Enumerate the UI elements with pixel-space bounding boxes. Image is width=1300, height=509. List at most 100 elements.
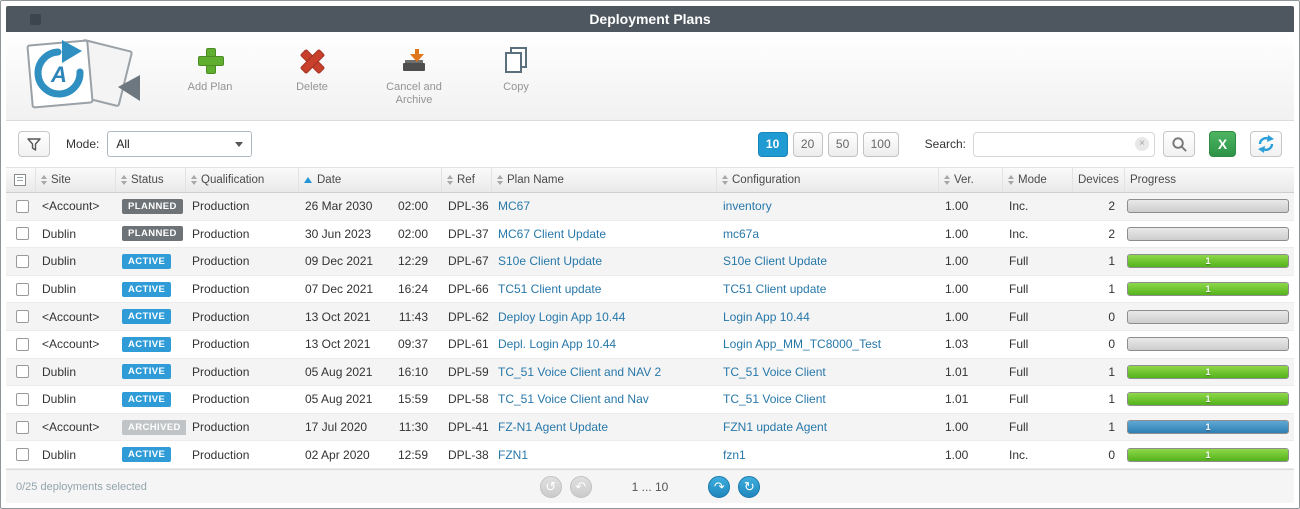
plan-name-link[interactable]: MC67 Client Update (498, 227, 606, 241)
configuration-link[interactable]: TC_51 Voice Client (723, 365, 826, 379)
excel-icon: X (1217, 136, 1228, 152)
row-checkbox[interactable] (16, 365, 29, 379)
status-cell: ACTIVE (116, 303, 186, 330)
table-row: Dublin ACTIVE Production 05 Aug 2021 15:… (6, 386, 1294, 414)
plan-name-link[interactable]: TC51 Client update (498, 282, 601, 296)
plan-name-link[interactable]: TC_51 Voice Client and NAV 2 (498, 365, 661, 379)
column-header-date[interactable]: Date (299, 168, 442, 192)
progress-fill: 1 (1128, 421, 1288, 434)
progress-bar (1127, 337, 1289, 352)
row-checkbox[interactable] (16, 420, 29, 434)
page-size-20-button[interactable]: 20 (792, 131, 823, 157)
column-header-ver[interactable]: Ver. (939, 168, 1003, 192)
column-header-site[interactable]: Site (36, 168, 116, 192)
cancel-archive-button[interactable]: Cancel and Archive (376, 46, 452, 107)
progress-bar (1127, 226, 1289, 241)
plan-name-cell: MC67 Client Update (492, 221, 717, 248)
configuration-link[interactable]: TC_51 Voice Client (723, 392, 826, 406)
mode-cell: Full (1009, 282, 1029, 297)
plan-name-link[interactable]: S10e Client Update (498, 254, 602, 268)
column-label-devices: Devices (1078, 174, 1119, 186)
checkbox-cell (6, 414, 36, 441)
plan-name-link[interactable]: FZ-N1 Agent Update (498, 420, 608, 434)
column-header-status[interactable]: Status (116, 168, 186, 192)
delete-button[interactable]: Delete (274, 46, 350, 107)
funnel-icon (27, 138, 41, 151)
previous-page-button[interactable]: ↶ (569, 475, 592, 498)
page-size-10-button[interactable]: 10 (757, 131, 788, 157)
row-checkbox[interactable] (16, 337, 29, 351)
configuration-link[interactable]: FZN1 update Agent (723, 420, 827, 434)
time-value: 12:29 (397, 254, 428, 269)
configuration-link[interactable]: Login App_MM_TC8000_Test (723, 337, 881, 351)
progress-cell (1125, 193, 1294, 220)
plan-name-link[interactable]: Depl. Login App 10.44 (498, 337, 616, 351)
time-value: 16:24 (397, 282, 428, 297)
mode-cell: Inc. (1009, 199, 1029, 214)
configuration-link[interactable]: S10e Client Update (723, 254, 827, 268)
cancel-archive-label: Cancel and Archive (386, 81, 442, 107)
select-all-header[interactable] (6, 168, 36, 192)
configuration-cell: Login App_MM_TC8000_Test (717, 331, 939, 358)
filter-button[interactable] (18, 131, 50, 157)
plan-name-link[interactable]: Deploy Login App 10.44 (498, 310, 625, 324)
qualification-cell: Production (192, 337, 250, 352)
date-value: 09 Dec 2021 (305, 254, 374, 269)
row-checkbox[interactable] (16, 282, 29, 296)
site-cell: Dublin (42, 282, 77, 297)
first-page-button[interactable]: ↺ (539, 475, 562, 498)
column-header-configuration[interactable]: Configuration (717, 168, 939, 192)
row-checkbox[interactable] (16, 448, 29, 462)
progress-fill: 1 (1128, 365, 1288, 378)
status-cell: ACTIVE (116, 248, 186, 275)
checkbox-cell (6, 193, 36, 220)
row-checkbox[interactable] (16, 310, 29, 324)
configuration-link[interactable]: mc67a (723, 227, 759, 241)
mode-cell: Full (1009, 309, 1029, 324)
row-checkbox[interactable] (16, 199, 29, 213)
configuration-link[interactable]: inventory (723, 199, 772, 213)
clear-search-icon[interactable]: × (1135, 136, 1149, 151)
copy-button[interactable]: Copy (478, 46, 554, 107)
configuration-cell: S10e Client Update (717, 248, 939, 275)
configuration-link[interactable]: Login App 10.44 (723, 310, 810, 324)
mode-cell: Full (1009, 364, 1029, 379)
add-plan-button[interactable]: Add Plan (172, 46, 248, 107)
date-value: 30 Jun 2023 (305, 226, 372, 241)
column-header-devices[interactable]: Devices (1073, 168, 1125, 192)
select-all-icon[interactable] (14, 174, 26, 186)
page-size-50-button[interactable]: 50 (827, 131, 858, 157)
export-excel-button[interactable]: X (1209, 131, 1236, 157)
add-plan-label: Add Plan (187, 81, 233, 93)
last-page-button[interactable]: ↻ (738, 475, 761, 498)
configuration-link[interactable]: fzn1 (723, 448, 746, 462)
column-header-mode[interactable]: Mode (1003, 168, 1073, 192)
version-cell: 1.00 (945, 254, 969, 269)
next-page-button[interactable]: ↷ (708, 475, 731, 498)
column-header-plan-name[interactable]: Plan Name (492, 168, 717, 192)
column-label-plan-name: Plan Name (507, 174, 564, 186)
progress-bar: 1 (1127, 392, 1289, 407)
progress-fill: 1 (1128, 255, 1288, 268)
refresh-button[interactable] (1250, 131, 1282, 157)
progress-cell: 1 (1125, 276, 1294, 303)
plan-name-link[interactable]: TC_51 Voice Client and Nav (498, 392, 649, 406)
mode-select[interactable]: All (107, 131, 253, 157)
configuration-link[interactable]: TC51 Client update (723, 282, 826, 296)
plan-name-link[interactable]: MC67 (498, 199, 530, 213)
row-checkbox[interactable] (16, 254, 29, 268)
plan-name-link[interactable]: FZN1 (498, 448, 528, 462)
search-input[interactable] (973, 131, 1155, 157)
row-checkbox[interactable] (16, 227, 29, 241)
column-header-ref[interactable]: Ref (442, 168, 492, 192)
page-title: Deployment Plans (589, 11, 711, 27)
row-checkbox[interactable] (16, 392, 29, 406)
page-size-100-button[interactable]: 100 (862, 131, 899, 157)
column-header-qualification[interactable]: Qualification (186, 168, 299, 192)
version-cell: 1.00 (945, 282, 969, 297)
version-cell: 1.00 (945, 447, 969, 462)
progress-cell (1125, 303, 1294, 330)
search-button[interactable] (1163, 131, 1195, 157)
version-cell: 1.00 (945, 309, 969, 324)
date-cell: 13 Oct 2021 09:37 (299, 331, 442, 358)
